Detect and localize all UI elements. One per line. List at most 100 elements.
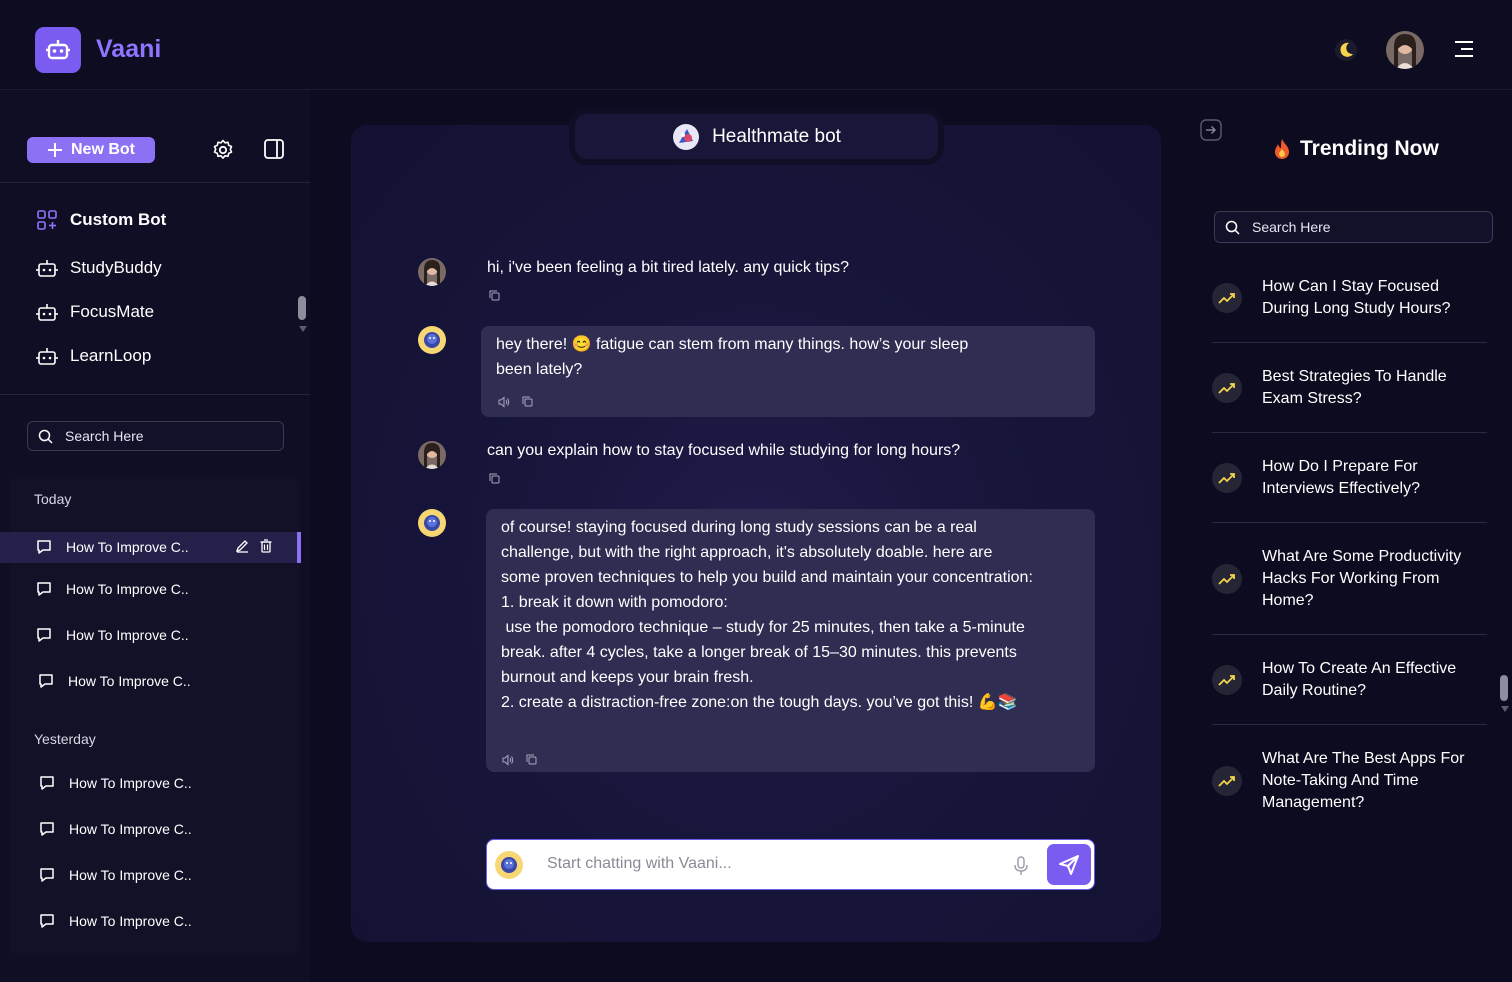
history-item[interactable]: How To Improve C.. [39,775,192,791]
trending-up-icon [1212,283,1242,313]
user-message: hi, i've been feeling a bit tired lately… [487,259,850,276]
bot-message-line: break. after 4 cycles, take a longer bre… [501,644,1017,661]
history-item[interactable]: How To Improve C.. [39,913,192,929]
user-avatar [418,441,446,469]
history-item-label: How To Improve C.. [66,627,189,643]
divider [0,394,310,395]
history-item[interactable]: How To Improve C.. [36,581,189,597]
history-item[interactable]: How To Improve C.. [38,673,191,689]
trending-search[interactable] [1214,211,1493,243]
trending-item-text: What Are Some Productivity Hacks For Wor… [1262,548,1462,609]
bot-message-line: challenge, but with the right approach, … [501,544,993,561]
app-logo[interactable] [35,27,81,73]
trending-item[interactable]: How Can I Stay Focused During Long Study… [1212,276,1487,320]
copy-icon[interactable] [522,396,533,407]
history-search-input[interactable] [63,427,267,445]
chat-input-bar [486,839,1095,890]
sidebar-bot-focusmate[interactable]: FocusMate [36,302,154,322]
message-actions [489,473,500,484]
history-item-label: How To Improve C.. [69,913,192,929]
trending-up-icon [1212,564,1242,594]
scroll-down-arrow-icon[interactable] [1501,706,1509,712]
divider [1212,432,1487,433]
history-item[interactable]: How To Improve C.. [36,627,189,643]
trending-search-input[interactable] [1250,218,1454,236]
speaker-icon[interactable] [498,396,510,408]
chat-bubble-icon [40,822,54,836]
chat-bubble-icon [39,674,53,688]
send-icon [1059,854,1079,875]
speaker-icon[interactable] [502,754,514,766]
divider [1212,522,1487,523]
bot-avatar [418,326,446,354]
history-item-label: How To Improve C.. [66,539,189,555]
divider [1212,342,1487,343]
message-actions [489,290,500,301]
copy-icon[interactable] [526,754,537,765]
bot-head-icon [501,857,517,873]
trending-up-icon [1212,373,1242,403]
chat-input[interactable] [545,854,969,874]
divider [1212,634,1487,635]
trash-icon[interactable] [259,539,273,553]
sidebar-bot-studybuddy[interactable]: StudyBuddy [36,258,162,278]
trending-up-icon [1212,766,1242,796]
history-item-label: How To Improve C.. [66,581,189,597]
chat-bubble-icon [40,868,54,882]
trending-item[interactable]: How Do I Prepare For Interviews Effectiv… [1212,456,1487,500]
send-button[interactable] [1047,844,1091,885]
copy-icon[interactable] [489,473,500,484]
plus-icon [48,143,62,157]
copy-icon[interactable] [489,290,500,301]
history-item-label: How To Improve C.. [69,867,192,883]
bot-head-icon [424,515,440,531]
microphone-icon[interactable] [1012,855,1030,882]
bot-message-line: 1. break it down with pomodoro: [501,594,728,611]
trending-item[interactable]: What Are Some Productivity Hacks For Wor… [1212,546,1487,612]
trending-item[interactable]: Best Strategies To Handle Exam Stress? [1212,366,1487,410]
user-avatar[interactable] [1386,31,1424,69]
bot-label: FocusMate [70,302,155,321]
history-item[interactable]: How To Improve C.. [39,867,192,883]
sidebar-bot-learnloop[interactable]: LearnLoop [36,346,151,366]
gear-icon[interactable] [211,138,235,167]
edit-icon[interactable] [235,539,249,553]
bot-label: StudyBuddy [70,258,162,277]
history-item-actions [235,539,273,553]
new-bot-button[interactable]: New Bot [27,137,155,163]
history-search[interactable] [27,421,284,451]
trending-item-text: Best Strategies To Handle Exam Stress? [1262,368,1447,407]
trending-item[interactable]: What Are The Best Apps For Note-Taking A… [1212,748,1487,814]
scroll-down-arrow-icon[interactable] [299,326,307,332]
trending-item-text: How Can I Stay Focused During Long Study… [1262,278,1451,317]
top-header: Vaani [0,0,1512,90]
new-bot-label: New Bot [71,141,135,158]
search-icon [1225,220,1240,235]
moon-icon[interactable] [1334,38,1358,67]
bot-message-line: use the pomodoro technique – study for 2… [501,619,1025,636]
collapse-panel-icon[interactable] [1200,119,1222,146]
robot-icon [36,348,58,365]
chat-bubble-icon [40,914,54,928]
history-item-label: How To Improve C.. [68,673,191,689]
message-actions [502,754,537,766]
sidebar-bot-custom-bot[interactable]: Custom Bot [36,209,166,231]
history-item[interactable]: How To Improve C.. [36,539,189,555]
robot-icon [36,260,58,277]
trending-item[interactable]: How To Create An Effective Daily Routine… [1212,658,1487,702]
bot-avatar [495,851,523,879]
trending-item-text: How Do I Prepare For Interviews Effectiv… [1262,458,1420,497]
menu-icon[interactable] [1453,39,1475,64]
chat-bubble-icon [40,776,54,790]
trending-scrollbar[interactable] [1500,675,1508,701]
history-item-label: How To Improve C.. [69,775,192,791]
fire-icon [1275,139,1289,159]
bot-message-line: some proven techniques to help you build… [501,569,1033,586]
sidebar-scrollbar[interactable] [298,296,306,320]
history-item[interactable]: How To Improve C.. [39,821,192,837]
bot-head-icon [424,332,440,348]
bot-message-line: hey there! 😊 fatigue can stem from many … [496,336,969,353]
sidebar-toggle-icon[interactable] [263,138,285,165]
robot-icon [36,304,58,321]
divider [0,182,310,183]
